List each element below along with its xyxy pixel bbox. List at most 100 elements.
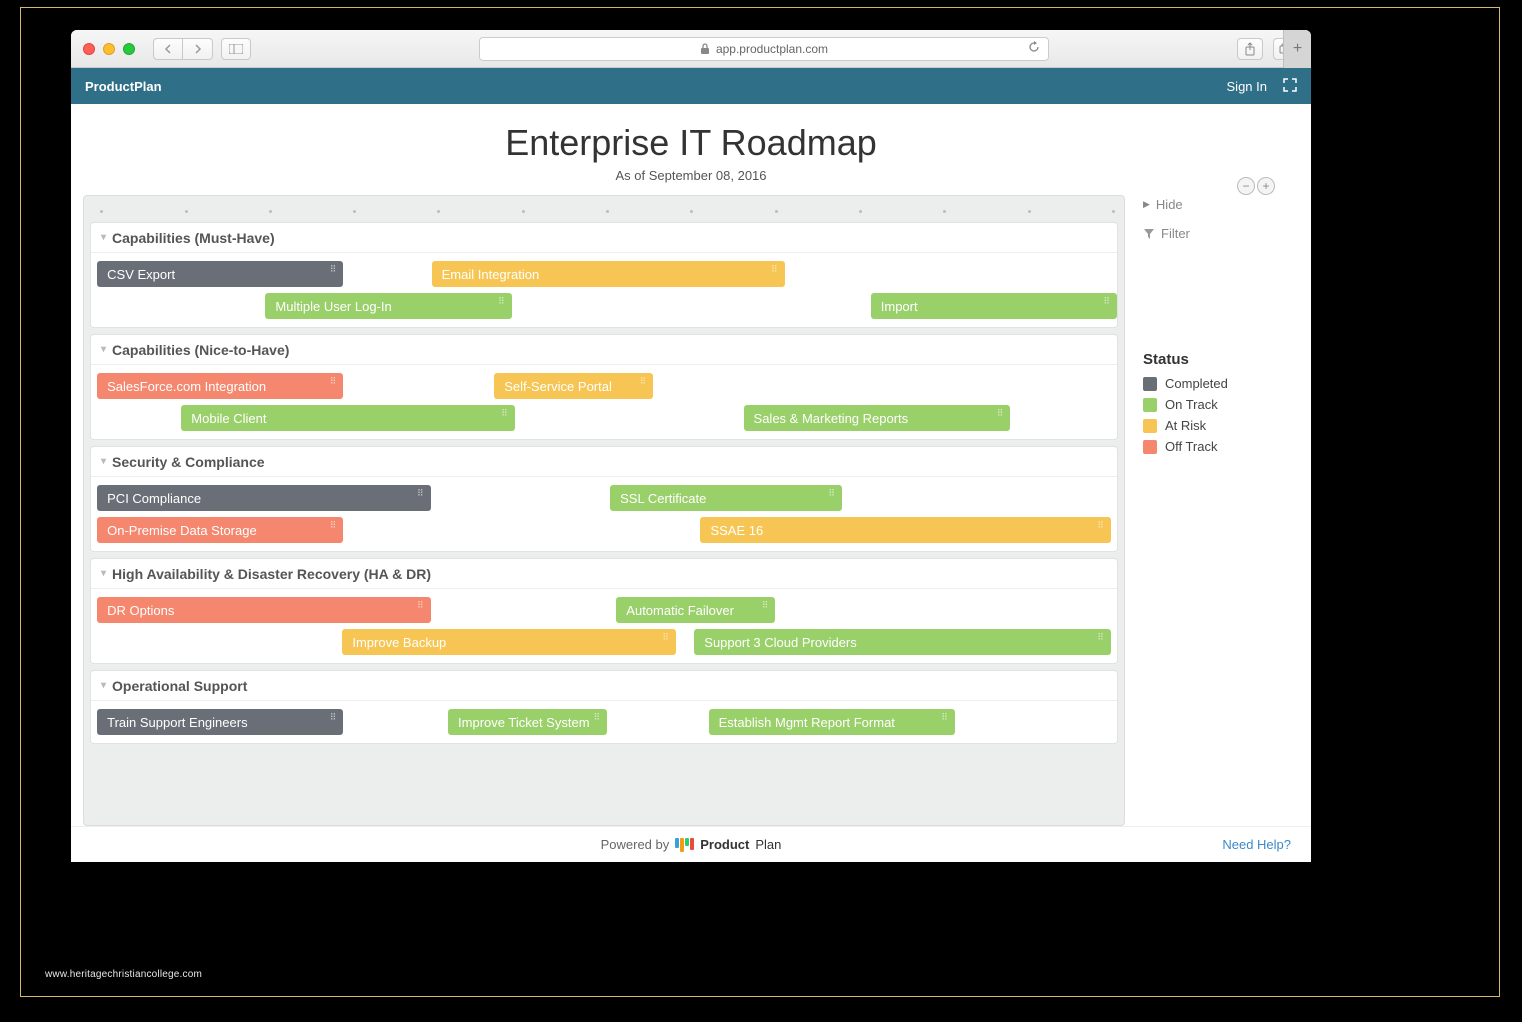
timeline-tick (1028, 210, 1031, 213)
roadmap-bar[interactable]: Improve Ticket System ⠿ (448, 709, 607, 735)
drag-grip-icon: ⠿ (771, 264, 779, 275)
address-bar[interactable]: app.productplan.com (479, 37, 1049, 61)
roadmap-bar[interactable]: SalesForce.com Integration⠿ (97, 373, 343, 399)
drag-grip-icon: ⠿ (330, 520, 338, 531)
nav-back-button[interactable] (153, 38, 183, 60)
legend-swatch (1143, 419, 1157, 433)
bar-label: SSL Certificate (620, 491, 706, 506)
timeline-tick (353, 210, 356, 213)
legend-item: At Risk (1143, 418, 1291, 433)
lane-title: High Availability & Disaster Recovery (H… (112, 566, 431, 582)
sidebar-toggle-button[interactable] (221, 38, 251, 60)
share-button[interactable] (1237, 38, 1263, 60)
zoom-controls: − + (1237, 177, 1275, 195)
zoom-in-button[interactable]: + (1257, 177, 1275, 195)
lane-row: DR Options⠿ Automatic Failover⠿ (91, 595, 1117, 625)
bar-label: DR Options (107, 603, 174, 618)
minimize-window-button[interactable] (103, 43, 115, 55)
lane-header[interactable]: ▾Operational Support (91, 671, 1117, 701)
signin-link[interactable]: Sign In (1227, 79, 1267, 94)
lane-row: Multiple User Log-In ⠿ Import⠿ (91, 291, 1117, 321)
lane: ▾ High Availability & Disaster Recovery (… (90, 558, 1118, 664)
legend-label: Off Track (1165, 439, 1218, 454)
roadmap-bar[interactable]: Import⠿ (871, 293, 1117, 319)
legend-item: On Track (1143, 397, 1291, 412)
roadmap-bar[interactable]: SSL Certificate⠿ (610, 485, 842, 511)
zoom-out-button[interactable]: − (1237, 177, 1255, 195)
roadmap-bar[interactable]: Support 3 Cloud Providers⠿ (694, 629, 1111, 655)
outer-frame: app.productplan.com + ProductPlan Sign I… (20, 7, 1500, 997)
lane-body: PCI Compliance⠿SSL Certificate⠿On-Premis… (91, 477, 1117, 551)
bar-label: SalesForce.com Integration (107, 379, 266, 394)
drag-grip-icon: ⠿ (1097, 632, 1105, 643)
drag-grip-icon: ⠿ (593, 712, 601, 723)
bar-label: Import (881, 299, 918, 314)
fullscreen-button[interactable] (1283, 78, 1297, 95)
bar-label: Sales & Marketing Reports (754, 411, 909, 426)
timeline-tick (100, 210, 103, 213)
powered-by-label: Powered by (601, 837, 670, 852)
roadmap-bar[interactable]: Establish Mgmt Report Format⠿ (709, 709, 955, 735)
roadmap-bar[interactable]: PCI Compliance⠿ (97, 485, 430, 511)
roadmap-bar[interactable]: Sales & Marketing Reports⠿ (744, 405, 1011, 431)
close-window-button[interactable] (83, 43, 95, 55)
lane: ▾Security & Compliance PCI Compliance⠿ SSL… (90, 446, 1118, 552)
reload-button[interactable] (1028, 41, 1040, 56)
roadmap-bar[interactable]: Multiple User Log-In ⠿ (265, 293, 511, 319)
roadmap-bar[interactable]: Email Integration⠿ (432, 261, 785, 287)
chevron-left-icon (164, 44, 172, 54)
bar-label: Mobile Client (191, 411, 266, 426)
timeline-tick (775, 210, 778, 213)
lane-row: Train Support Engineers⠿ Improve Ticket S… (91, 707, 1117, 737)
page-body: Enterprise IT Roadmap As of September 08… (71, 104, 1311, 862)
lane-title: Security & Compliance (112, 454, 265, 470)
logo-bars-icon (675, 838, 694, 852)
timeline-ticks (90, 200, 1118, 222)
drag-grip-icon: ⠿ (640, 376, 648, 387)
roadmap-bar[interactable]: Self-Service Portal⠿ (494, 373, 653, 399)
new-tab-button[interactable]: + (1283, 30, 1311, 68)
nav-forward-button[interactable] (183, 38, 213, 60)
lane-row: Mobile Client ⠿ Sales & Marketing Reports⠿ (91, 403, 1117, 433)
productplan-logo[interactable]: ProductPlan (675, 837, 781, 852)
drag-grip-icon: ⠿ (498, 296, 506, 307)
chevron-down-icon: ▾ (101, 344, 106, 355)
lock-icon (700, 43, 710, 55)
chevron-down-icon: ▾ (101, 568, 106, 579)
lane-header[interactable]: ▾Capabilities (Nice-to-Have) (91, 335, 1117, 365)
lane: ▾Capabilities (Nice-to-Have) SalesForce.c… (90, 334, 1118, 440)
app-header: ProductPlan Sign In (71, 68, 1311, 104)
lane-body: SalesForce.com Integration⠿Self-Service … (91, 365, 1117, 439)
chevron-down-icon: ▾ (101, 232, 106, 243)
bar-label: Multiple User Log-In (275, 299, 391, 314)
drag-grip-icon: ⠿ (662, 632, 670, 643)
lane-header[interactable]: ▾ High Availability & Disaster Recovery (… (91, 559, 1117, 589)
drag-grip-icon: ⠿ (417, 488, 425, 499)
lane-row: On-Premise Data Storage⠿ SSAE 16⠿ (91, 515, 1117, 545)
lane-body: DR Options⠿Automatic Failover⠿Improve Ba… (91, 589, 1117, 663)
lane-header[interactable]: ▾Security & Compliance (91, 447, 1117, 477)
timeline-tick (859, 210, 862, 213)
bar-label: Establish Mgmt Report Format (719, 715, 895, 730)
roadmap-bar[interactable]: CSV Export⠿ (97, 261, 343, 287)
roadmap-bar[interactable]: Mobile Client ⠿ (181, 405, 514, 431)
title-block: Enterprise IT Roadmap As of September 08… (71, 104, 1311, 189)
drag-grip-icon: ⠿ (501, 408, 509, 419)
bar-label: Improve Ticket System (458, 715, 589, 730)
lane-header[interactable]: ▾ Capabilities (Must-Have) (91, 223, 1117, 253)
roadmap-bar[interactable]: SSAE 16⠿ (700, 517, 1110, 543)
lane-title: Capabilities (Must-Have) (112, 230, 275, 246)
filter-toggle[interactable]: Filter (1143, 226, 1291, 241)
roadmap-bar[interactable]: Improve Backup⠿ (342, 629, 675, 655)
roadmap-bar[interactable]: DR Options⠿ (97, 597, 430, 623)
roadmap-bar[interactable]: On-Premise Data Storage⠿ (97, 517, 343, 543)
need-help-link[interactable]: Need Help? (1222, 837, 1291, 852)
filter-label: Filter (1161, 226, 1190, 241)
legend-swatch (1143, 377, 1157, 391)
roadmap-bar[interactable]: Train Support Engineers⠿ (97, 709, 343, 735)
caret-right-icon: ▶ (1143, 199, 1150, 210)
zoom-window-button[interactable] (123, 43, 135, 55)
hide-toggle[interactable]: ▶ Hide (1143, 197, 1291, 212)
roadmap-bar[interactable]: Automatic Failover⠿ (616, 597, 775, 623)
logo-text-1: Product (700, 837, 749, 852)
